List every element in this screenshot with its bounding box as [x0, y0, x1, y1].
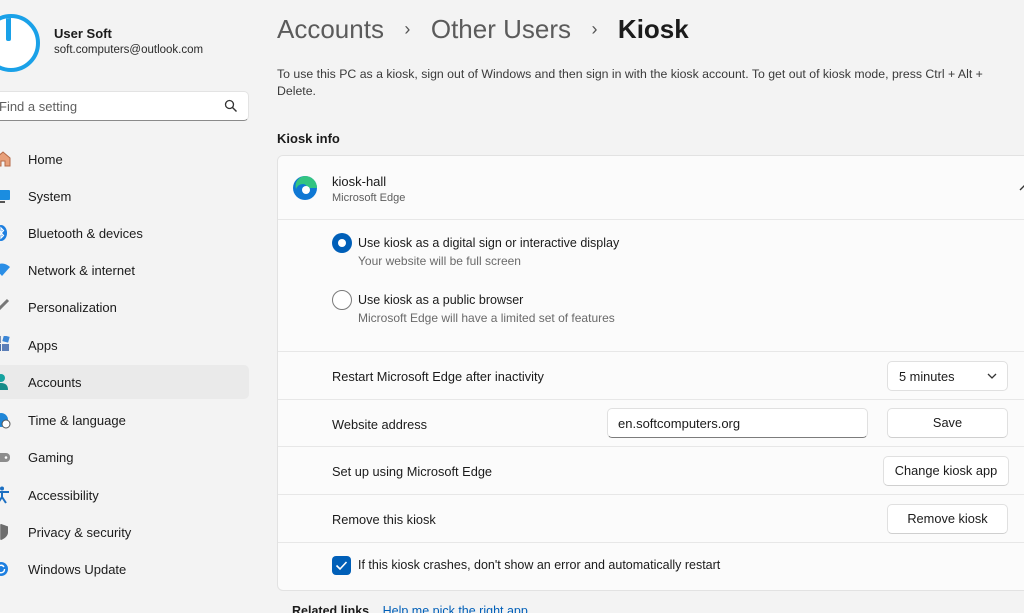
sidebar-item-label: Accessibility [28, 488, 99, 503]
sidebar-item-label: Accounts [28, 375, 82, 390]
person-icon [0, 374, 8, 390]
divider [278, 446, 1024, 447]
kiosk-name: kiosk-hall [332, 174, 387, 189]
update-icon [0, 562, 8, 576]
sidebar-item-apps[interactable]: Apps [0, 328, 249, 362]
remove-kiosk-button[interactable]: Remove kiosk [887, 504, 1008, 534]
shield-icon [0, 524, 8, 540]
accessibility-icon [0, 486, 9, 504]
breadcrumb: Accounts › Other Users › Kiosk [277, 14, 689, 48]
sidebar-item-gaming[interactable]: Gaming [0, 440, 249, 474]
option-public-browser-label: Use kiosk as a public browser [358, 293, 524, 307]
divider [278, 399, 1024, 400]
kiosk-header[interactable]: kiosk-hall Microsoft Edge [278, 156, 1024, 219]
home-icon [0, 151, 11, 167]
page-title: Kiosk [617, 14, 689, 44]
option-digital-sign-sub: Your website will be full screen [358, 254, 521, 268]
user-profile[interactable]: User Soft soft.computers@outlook.com [0, 12, 262, 72]
option-digital-sign-label: Use kiosk as a digital sign or interacti… [358, 236, 620, 250]
kiosk-card: kiosk-hall Microsoft Edge Use kiosk as a… [277, 155, 1024, 591]
search-input[interactable]: Find a setting [0, 91, 249, 121]
chevron-up-icon[interactable] [1018, 182, 1024, 192]
sidebar: User Soft soft.computers@outlook.com Fin… [0, 0, 262, 613]
search-icon[interactable] [224, 99, 238, 113]
radio-public-browser[interactable] [332, 290, 352, 310]
sidebar-item-label: Apps [28, 338, 58, 353]
sidebar-item-personalization[interactable]: Personalization [0, 290, 249, 324]
crash-restart-checkbox[interactable] [332, 556, 351, 575]
restart-label: Restart Microsoft Edge after inactivity [332, 369, 544, 384]
breadcrumb-other-users[interactable]: Other Users [431, 14, 571, 45]
breadcrumb-accounts[interactable]: Accounts [277, 14, 384, 45]
sidebar-item-label: Time & language [28, 413, 126, 428]
option-public-browser-sub: Microsoft Edge will have a limited set o… [358, 311, 615, 325]
bluetooth-icon [0, 225, 7, 241]
sidebar-item-label: Gaming [28, 450, 74, 465]
sidebar-item-label: Personalization [28, 300, 117, 315]
sidebar-item-label: Network & internet [28, 263, 135, 278]
restart-value: 5 minutes [899, 369, 955, 384]
avatar[interactable] [0, 14, 40, 72]
help-link[interactable]: Help me pick the right app [383, 604, 528, 613]
sidebar-item-network[interactable]: Network & internet [0, 253, 249, 287]
gamepad-icon [0, 453, 10, 462]
related-links: Related links Help me pick the right app [292, 604, 528, 613]
sidebar-item-label: Home [28, 152, 63, 167]
user-email: soft.computers@outlook.com [54, 44, 204, 56]
edge-icon [293, 176, 317, 200]
radio-digital-sign[interactable] [332, 233, 352, 253]
breadcrumb-separator: › [404, 19, 411, 39]
sidebar-item-bluetooth[interactable]: Bluetooth & devices [0, 216, 249, 250]
monitor-icon [0, 190, 10, 203]
change-kiosk-app-button[interactable]: Change kiosk app [883, 456, 1009, 486]
sidebar-item-label: System [28, 189, 72, 204]
sidebar-item-label: Privacy & security [28, 525, 132, 540]
divider [278, 542, 1024, 543]
checkmark-icon [335, 561, 348, 571]
chevron-down-icon [987, 373, 997, 379]
website-address-value: en.softcomputers.org [618, 416, 741, 431]
crash-restart-label: If this kiosk crashes, don't show an err… [358, 558, 721, 572]
section-title-kiosk-info: Kiosk info [277, 131, 340, 146]
divider [278, 351, 1024, 352]
user-name: User Soft [54, 26, 112, 41]
sidebar-item-label: Windows Update [28, 562, 127, 577]
kiosk-app: Microsoft Edge [332, 192, 406, 204]
sidebar-item-privacy[interactable]: Privacy & security [0, 515, 249, 549]
sidebar-item-time-language[interactable]: Time & language [0, 403, 249, 437]
save-button[interactable]: Save [887, 408, 1008, 438]
divider [278, 219, 1024, 220]
divider [278, 494, 1024, 495]
setup-label: Set up using Microsoft Edge [332, 464, 493, 479]
sidebar-item-home[interactable]: Home [0, 142, 249, 176]
website-label: Website address [332, 417, 428, 432]
breadcrumb-separator: › [591, 19, 598, 39]
sidebar-item-label: Bluetooth & devices [28, 226, 143, 241]
remove-label: Remove this kiosk [332, 512, 436, 527]
website-address-input[interactable]: en.softcomputers.org [607, 408, 868, 438]
apps-icon [0, 336, 10, 351]
restart-dropdown[interactable]: 5 minutes [887, 361, 1008, 391]
search-placeholder: Find a setting [0, 99, 78, 114]
sidebar-item-system[interactable]: System [0, 179, 249, 213]
sidebar-item-windows-update[interactable]: Windows Update [0, 552, 249, 586]
globe-clock-icon [0, 413, 11, 429]
brush-icon [0, 298, 10, 311]
kiosk-description: To use this PC as a kiosk, sign out of W… [277, 67, 983, 98]
sidebar-item-accounts[interactable]: Accounts [0, 365, 249, 399]
wifi-icon [0, 263, 10, 276]
sidebar-item-accessibility[interactable]: Accessibility [0, 478, 249, 512]
related-links-title: Related links [292, 604, 370, 613]
